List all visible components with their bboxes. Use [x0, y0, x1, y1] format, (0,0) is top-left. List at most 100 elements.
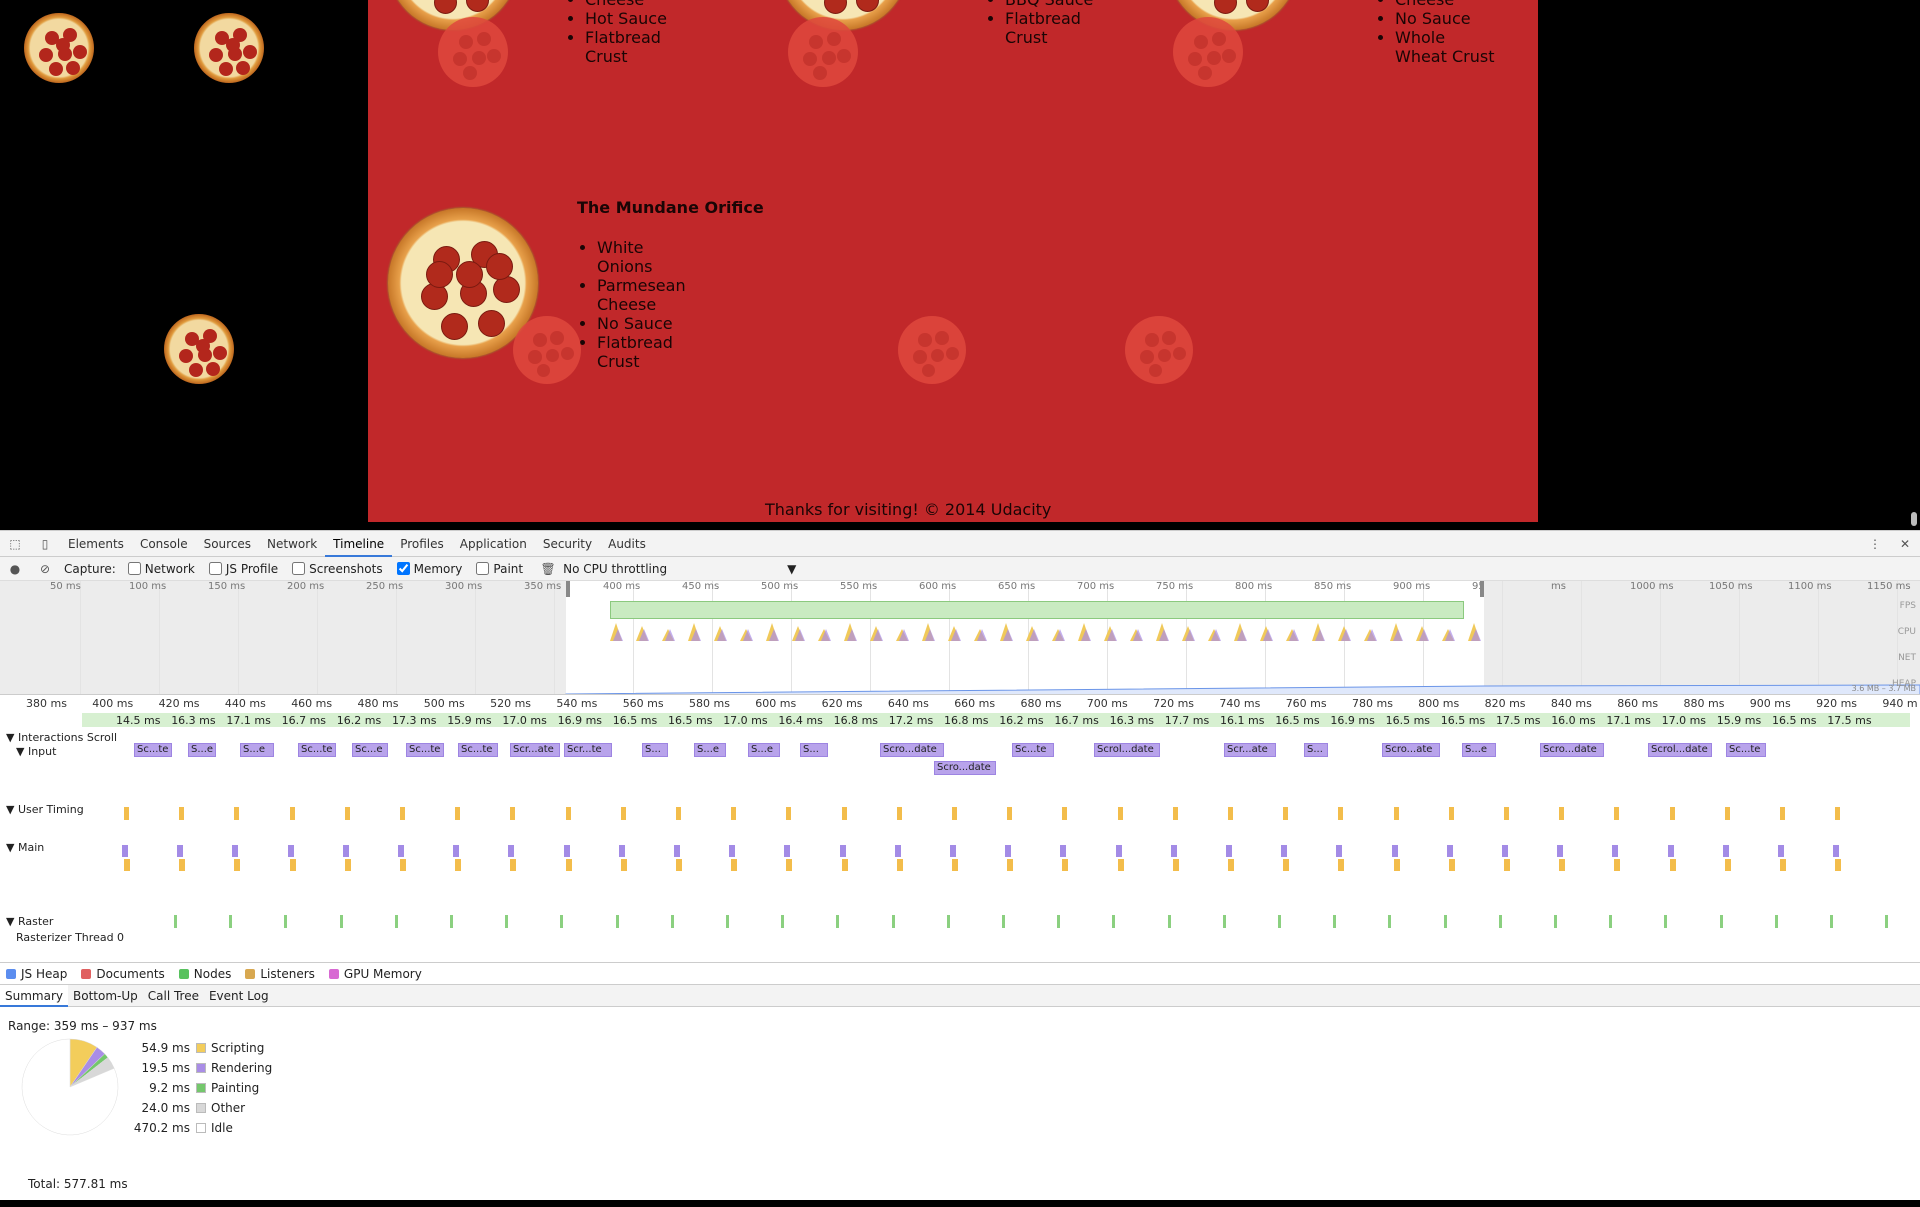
input-event[interactable]: S...e [188, 743, 216, 757]
main-task-script[interactable] [1338, 859, 1345, 871]
input-event[interactable]: Scro...date [1540, 743, 1604, 757]
raster-task[interactable] [1664, 915, 1668, 928]
main-task-script[interactable] [1393, 859, 1400, 871]
input-event[interactable]: Scr...ate [510, 743, 560, 757]
raster-task[interactable] [560, 915, 564, 928]
user-timing-mark[interactable] [1283, 807, 1289, 820]
raster-task[interactable] [1774, 915, 1778, 928]
timeline-overview[interactable]: 50 ms 100 ms 150 ms 200 ms 250 ms 300 ms 350 m… [0, 581, 1920, 695]
main-task-render[interactable] [894, 845, 901, 857]
subtab-bottom-up[interactable]: Bottom-Up [68, 985, 143, 1007]
user-timing-mark[interactable] [1504, 807, 1509, 820]
tab-audits[interactable]: Audits [600, 531, 654, 557]
main-task-script[interactable] [841, 859, 848, 871]
legend-item-gpu-memory[interactable]: GPU Memory [328, 967, 422, 981]
user-timing-mark[interactable] [1007, 807, 1013, 820]
inspect-icon[interactable]: ⬚ [0, 537, 30, 551]
main-task-script[interactable] [344, 859, 351, 871]
input-event[interactable]: Scr...ate [1224, 743, 1276, 757]
raster-task[interactable] [505, 915, 509, 928]
user-timing-mark[interactable] [1448, 807, 1454, 820]
raster-task[interactable] [1057, 915, 1061, 928]
main-task-script[interactable] [896, 859, 903, 871]
user-timing-mark[interactable] [289, 807, 295, 820]
checkbox[interactable] [396, 562, 410, 575]
raster-task[interactable] [1002, 915, 1005, 928]
input-event[interactable]: Sc...te [406, 743, 444, 757]
raster-task[interactable] [726, 915, 729, 928]
checkbox[interactable] [208, 562, 222, 575]
raster-task[interactable] [1333, 915, 1337, 928]
main-task-render[interactable] [122, 845, 128, 857]
tab-profiles[interactable]: Profiles [392, 531, 452, 557]
raster-task[interactable] [1609, 915, 1613, 928]
rasterizer-label[interactable]: Rasterizer Thread 0 [16, 931, 124, 944]
tab-timeline[interactable]: Timeline [325, 531, 393, 557]
main-task-script[interactable] [1172, 859, 1179, 871]
raster-task[interactable] [615, 915, 619, 928]
main-task-render[interactable] [1778, 845, 1784, 857]
main-task-render[interactable] [1005, 845, 1012, 857]
main-task-script[interactable] [1780, 859, 1786, 871]
input-event[interactable]: Sc...e [352, 743, 388, 757]
main-task-script[interactable] [1614, 859, 1621, 871]
user-timing-mark[interactable] [620, 807, 626, 820]
input-event[interactable]: Sc...te [134, 743, 172, 757]
raster-task[interactable] [670, 915, 674, 928]
input-event[interactable]: S...e [748, 743, 780, 757]
range-handle-right[interactable] [1480, 581, 1484, 597]
raster-task[interactable] [781, 915, 785, 928]
raster-task[interactable] [1719, 915, 1723, 928]
main-task-render[interactable] [1115, 845, 1122, 857]
main-task-render[interactable] [1170, 845, 1177, 857]
user-timing-mark[interactable] [1835, 807, 1841, 820]
legend-item-listeners[interactable]: Listeners [245, 967, 315, 981]
user-timing-mark[interactable] [1393, 807, 1399, 820]
main-task-script[interactable] [1504, 859, 1510, 871]
main-task-render[interactable] [1336, 845, 1343, 857]
capture-option-js-profile[interactable]: JS Profile [205, 562, 278, 576]
input-event[interactable]: S...e [694, 743, 726, 757]
device-mode-icon[interactable]: ▯ [30, 537, 60, 551]
raster-task[interactable] [450, 915, 453, 928]
main-task-script[interactable] [1283, 859, 1290, 871]
raster-task[interactable] [174, 915, 177, 928]
main-task-render[interactable] [232, 845, 239, 857]
user-timing-mark[interactable] [1614, 807, 1620, 820]
main-task-script[interactable] [1062, 859, 1069, 871]
raster-task[interactable] [1222, 915, 1226, 928]
input-label[interactable]: ▼ Input [16, 745, 56, 758]
user-timing-mark[interactable] [676, 807, 681, 820]
main-task-render[interactable] [674, 845, 680, 857]
user-timing-mark[interactable] [786, 807, 792, 820]
main-task-script[interactable] [1559, 859, 1566, 871]
capture-option-paint[interactable]: Paint [472, 562, 523, 576]
capture-option-screenshots[interactable]: Screenshots [288, 562, 383, 576]
input-event[interactable]: S... [800, 743, 828, 757]
main-task-script[interactable] [1448, 859, 1455, 871]
user-timing-mark[interactable] [841, 807, 847, 820]
main-task-render[interactable] [950, 845, 956, 857]
main-task-script[interactable] [455, 859, 462, 871]
tab-application[interactable]: Application [452, 531, 535, 557]
user-timing-mark[interactable] [1172, 807, 1178, 820]
raster-task[interactable] [946, 915, 950, 928]
input-event[interactable]: Scro...date [880, 743, 944, 757]
main-task-render[interactable] [342, 845, 349, 857]
main-task-render[interactable] [784, 845, 791, 857]
input-event[interactable]: Sc...te [298, 743, 336, 757]
flame-chart[interactable]: 380 ms 400 ms 420 ms 440 ms 460 ms 480 ms 500 … [0, 695, 1920, 963]
main-task-script[interactable] [510, 859, 517, 871]
input-event[interactable]: Sc...te [1012, 743, 1054, 757]
user-timing-mark[interactable] [1338, 807, 1344, 820]
scrollbar-thumb[interactable] [1911, 512, 1917, 526]
main-task-script[interactable] [1228, 859, 1234, 871]
user-timing-mark[interactable] [896, 807, 902, 820]
main-task-script[interactable] [124, 859, 130, 871]
raster-task[interactable] [1554, 915, 1557, 928]
main-task-script[interactable] [786, 859, 793, 871]
raster-task[interactable] [1388, 915, 1392, 928]
checkbox[interactable] [476, 562, 490, 575]
main-task-render[interactable] [508, 845, 515, 857]
legend-item-documents[interactable]: Documents [81, 967, 165, 981]
